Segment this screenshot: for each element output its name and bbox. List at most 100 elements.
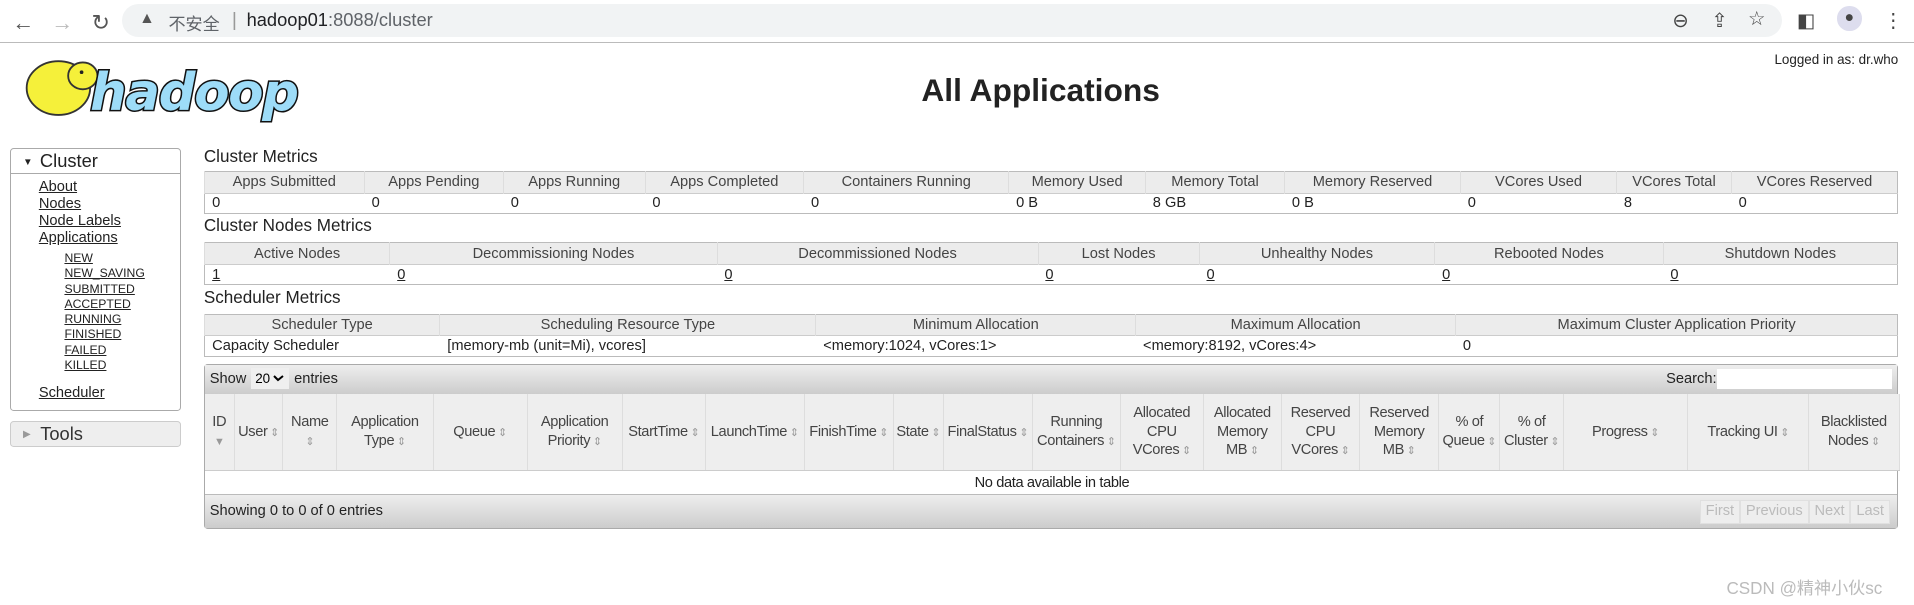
address-bar[interactable]: ▲ 不安全 | hadoop01:8088/cluster ⊖ ⇪ ☆: [122, 3, 1783, 37]
menu-dots-icon[interactable]: ⋮: [1884, 9, 1904, 33]
sortable-column-header[interactable]: Reserved CPU VCores ⇕: [1281, 394, 1360, 472]
column-label: FinishTime: [809, 423, 877, 440]
column-header: Maximum Allocation: [1135, 314, 1456, 336]
cluster-metrics-table: Apps Submitted Apps Pending Apps Running Ap…: [203, 170, 1899, 215]
metric-link[interactable]: 0: [724, 267, 732, 283]
side-panel-icon[interactable]: ◧: [1797, 9, 1815, 33]
sortable-column-header[interactable]: Tracking UI ⇕: [1687, 394, 1810, 472]
column-header: VCores Used: [1459, 171, 1617, 194]
column-header: Apps Pending: [363, 171, 504, 194]
metric-link[interactable]: 0: [1442, 267, 1450, 283]
caret-down-icon: ▼: [22, 156, 33, 168]
pager-button-next[interactable]: Next: [1808, 500, 1851, 525]
profile-avatar-icon[interactable]: ●: [1837, 6, 1862, 31]
sortable-column-header[interactable]: Application Priority ⇕: [527, 394, 623, 472]
metric-link[interactable]: 0: [1670, 267, 1678, 283]
sortable-column-header[interactable]: Application Type ⇕: [336, 394, 434, 472]
metric-value: <memory:1024, vCores:1>: [815, 335, 1136, 357]
tools-section-toggle[interactable]: ▶ Tools: [9, 420, 181, 447]
metric-value: 0: [1434, 263, 1664, 285]
sortable-column-header[interactable]: % of Queue ⇕: [1438, 394, 1501, 472]
metric-link[interactable]: 0: [397, 267, 405, 283]
app-state-finished[interactable]: FINISHED: [64, 327, 179, 342]
applications-table: ID ▼ User ⇕ Name ⇕ Application Type ⇕ Queue …: [204, 394, 1900, 494]
metric-value: 0: [1460, 192, 1617, 214]
watermark: CSDN @精神小伙sc: [1726, 578, 1883, 598]
logged-in-user: Logged in as: dr.who: [1774, 52, 1899, 68]
sidebar-link-node-labels[interactable]: Node Labels: [39, 213, 180, 230]
page-size-select[interactable]: 20: [251, 368, 290, 389]
sort-icon: ⇕: [787, 426, 799, 439]
sortable-column-header[interactable]: Queue ⇕: [433, 394, 528, 472]
scheduler-metrics-title: Scheduler Metrics: [203, 287, 341, 307]
pager-button-last[interactable]: Last: [1850, 500, 1890, 525]
sort-icon: ⇕: [1104, 435, 1116, 448]
sortable-column-header[interactable]: Running Containers ⇕: [1032, 394, 1121, 472]
sortable-column-header[interactable]: Reserved Memory MB ⇕: [1359, 394, 1440, 472]
search-input[interactable]: [1716, 369, 1893, 389]
metric-value: 8: [1616, 192, 1732, 214]
sort-icon: ▼: [213, 436, 225, 449]
app-state-failed[interactable]: FAILED: [64, 343, 179, 358]
main-content: Cluster Metrics Apps Submitted Apps Pendi…: [203, 146, 1900, 530]
metric-value: <memory:8192, vCores:4>: [1135, 335, 1456, 357]
sortable-column-header[interactable]: StartTime ⇕: [622, 394, 706, 472]
metric-link[interactable]: 0: [1045, 267, 1053, 283]
metric-value: 8 GB: [1145, 192, 1285, 214]
browser-toolbar: ← → ↻ ▲ 不安全 | hadoop01:8088/cluster ⊖ ⇪ …: [0, 0, 1914, 43]
show-label: Show: [209, 371, 247, 388]
cluster-section-toggle[interactable]: ▼ Cluster: [10, 149, 180, 175]
sortable-column-header[interactable]: FinishTime ⇕: [804, 394, 894, 472]
column-label: Running Containers: [1037, 414, 1105, 449]
sidebar-link-applications[interactable]: Applications: [39, 230, 180, 247]
column-header: VCores Reserved: [1730, 171, 1898, 194]
bookmark-star-icon[interactable]: ☆: [1748, 7, 1766, 31]
sortable-column-header[interactable]: FinalStatus ⇕: [943, 394, 1033, 472]
metric-value: 1: [204, 263, 390, 285]
column-label: ID: [212, 413, 227, 430]
sortable-column-header[interactable]: Name ⇕: [282, 394, 338, 472]
back-icon[interactable]: ←: [12, 10, 34, 36]
sidebar-link-nodes[interactable]: Nodes: [39, 196, 180, 213]
app-state-killed[interactable]: KILLED: [64, 358, 179, 373]
forward-icon[interactable]: →: [51, 10, 73, 36]
sidebar-link-about[interactable]: About: [39, 179, 180, 196]
sortable-column-header[interactable]: Allocated Memory MB ⇕: [1203, 394, 1282, 472]
entries-label: entries: [294, 371, 338, 388]
app-state-accepted[interactable]: ACCEPTED: [64, 297, 179, 312]
empty-table-message: No data available in table: [974, 474, 1130, 491]
sortable-column-header[interactable]: User ⇕: [234, 394, 284, 472]
metric-link[interactable]: 1: [212, 267, 220, 283]
column-header: Unhealthy Nodes: [1198, 242, 1435, 265]
metric-value: 0: [1038, 263, 1200, 285]
pager-button-previous[interactable]: Previous: [1739, 500, 1809, 525]
column-header: Apps Submitted: [203, 171, 365, 194]
zoom-out-icon[interactable]: ⊖: [1672, 9, 1688, 33]
column-header: Memory Reserved: [1284, 171, 1461, 194]
metric-link[interactable]: 0: [1206, 267, 1214, 283]
sort-icon: ⇕: [1337, 444, 1350, 457]
column-header: Maximum Cluster Application Priority: [1455, 314, 1898, 336]
share-icon[interactable]: ⇪: [1711, 9, 1727, 33]
metric-value: 0: [717, 263, 1039, 285]
column-header: Containers Running: [803, 171, 1009, 194]
app-state-new[interactable]: NEW: [64, 251, 179, 266]
column-header: Minimum Allocation: [815, 314, 1136, 336]
app-state-running[interactable]: RUNNING: [64, 312, 179, 327]
column-label: User: [238, 423, 268, 440]
sortable-column-header[interactable]: LaunchTime ⇕: [705, 394, 805, 472]
pager-button-first[interactable]: First: [1699, 500, 1740, 525]
sortable-column-header[interactable]: Allocated CPU VCores ⇕: [1120, 394, 1204, 472]
app-state-submitted[interactable]: SUBMITTED: [64, 282, 179, 297]
metric-value: 0: [1455, 335, 1898, 357]
sortable-column-header[interactable]: Blacklisted Nodes ⇕: [1808, 394, 1900, 472]
sortable-column-header[interactable]: Progress ⇕: [1563, 394, 1689, 472]
metric-value: 0: [364, 192, 504, 214]
reload-icon[interactable]: ↻: [92, 10, 110, 36]
sortable-column-header[interactable]: ID ▼: [204, 394, 235, 472]
sortable-column-header[interactable]: State ⇕: [893, 394, 944, 472]
app-state-new-saving[interactable]: NEW_SAVING: [64, 266, 179, 281]
sidebar-link-scheduler[interactable]: Scheduler: [39, 385, 180, 402]
column-label: LaunchTime: [710, 423, 788, 440]
sortable-column-header[interactable]: % of Cluster ⇕: [1499, 394, 1564, 472]
